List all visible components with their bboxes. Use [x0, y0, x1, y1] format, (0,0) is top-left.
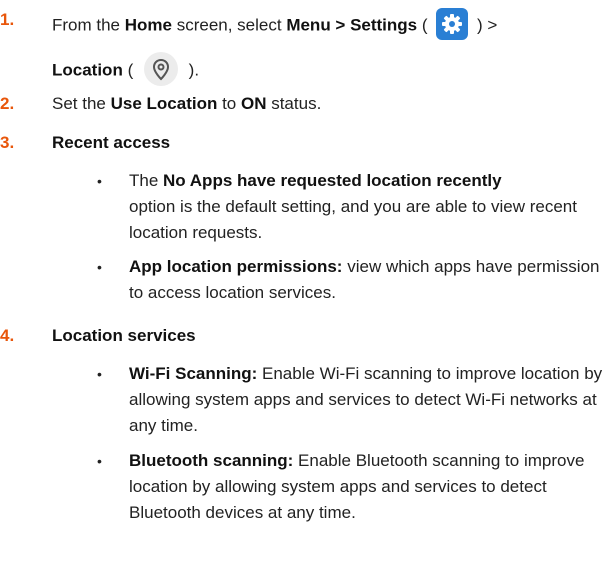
bullet-bold: Wi-Fi Scanning: [129, 364, 258, 383]
bullet-dot: • [97, 259, 102, 275]
menu-settings-term: Menu > Settings [286, 15, 418, 35]
bullet-text: Wi-Fi Scanning: Enable Wi-Fi scanning to… [129, 361, 607, 439]
step-text: screen, select [171, 15, 287, 35]
bullet-bold: App location permissions: [129, 257, 343, 276]
step-text: ). [183, 60, 200, 80]
bullet-bold: Bluetooth scanning: [129, 451, 294, 470]
location-term: Location [52, 60, 123, 80]
step-text: From the [52, 15, 125, 35]
section-title-location-services: Location services [52, 326, 196, 345]
step-text: Set the [52, 94, 111, 113]
use-location-term: Use Location [110, 94, 218, 113]
step-text: status. [266, 94, 322, 113]
bullet-rest: option is the default setting, and you a… [129, 197, 577, 242]
bullet-dot: • [97, 453, 102, 469]
step-1-line-1: From the Home screen, select Menu > Sett… [52, 8, 498, 42]
home-term: Home [124, 15, 172, 35]
gear-icon [436, 8, 469, 40]
on-term: ON [240, 94, 267, 113]
bullet-dot: • [97, 366, 102, 382]
bullet-text: App location permissions: view which app… [129, 254, 607, 306]
location-pin-icon [143, 52, 178, 86]
step-number: 4. [0, 326, 15, 345]
step-text: to [217, 94, 241, 113]
step-text: ) > [472, 15, 498, 35]
step-number: 2. [0, 94, 15, 113]
step-1-line-2: Location ( ). [52, 52, 200, 88]
instructions-page: 1. From the Home screen, select Menu > S… [0, 0, 609, 568]
step-number: 1. [0, 10, 15, 29]
step-number: 3. [0, 133, 15, 152]
bullet-bold: No Apps have requested location recently [163, 171, 502, 190]
section-title-recent-access: Recent access [52, 133, 171, 152]
bullet-dot: • [97, 173, 102, 189]
step-2-line: Set the Use Location to ON status. [52, 94, 321, 114]
bullet-text: Bluetooth scanning: Enable Bluetooth sca… [129, 448, 607, 526]
step-text: ( [122, 60, 138, 80]
step-text: ( [417, 15, 433, 35]
bullet-pre: The [129, 171, 164, 190]
bullet-text: The No Apps have requested location rece… [129, 168, 607, 246]
